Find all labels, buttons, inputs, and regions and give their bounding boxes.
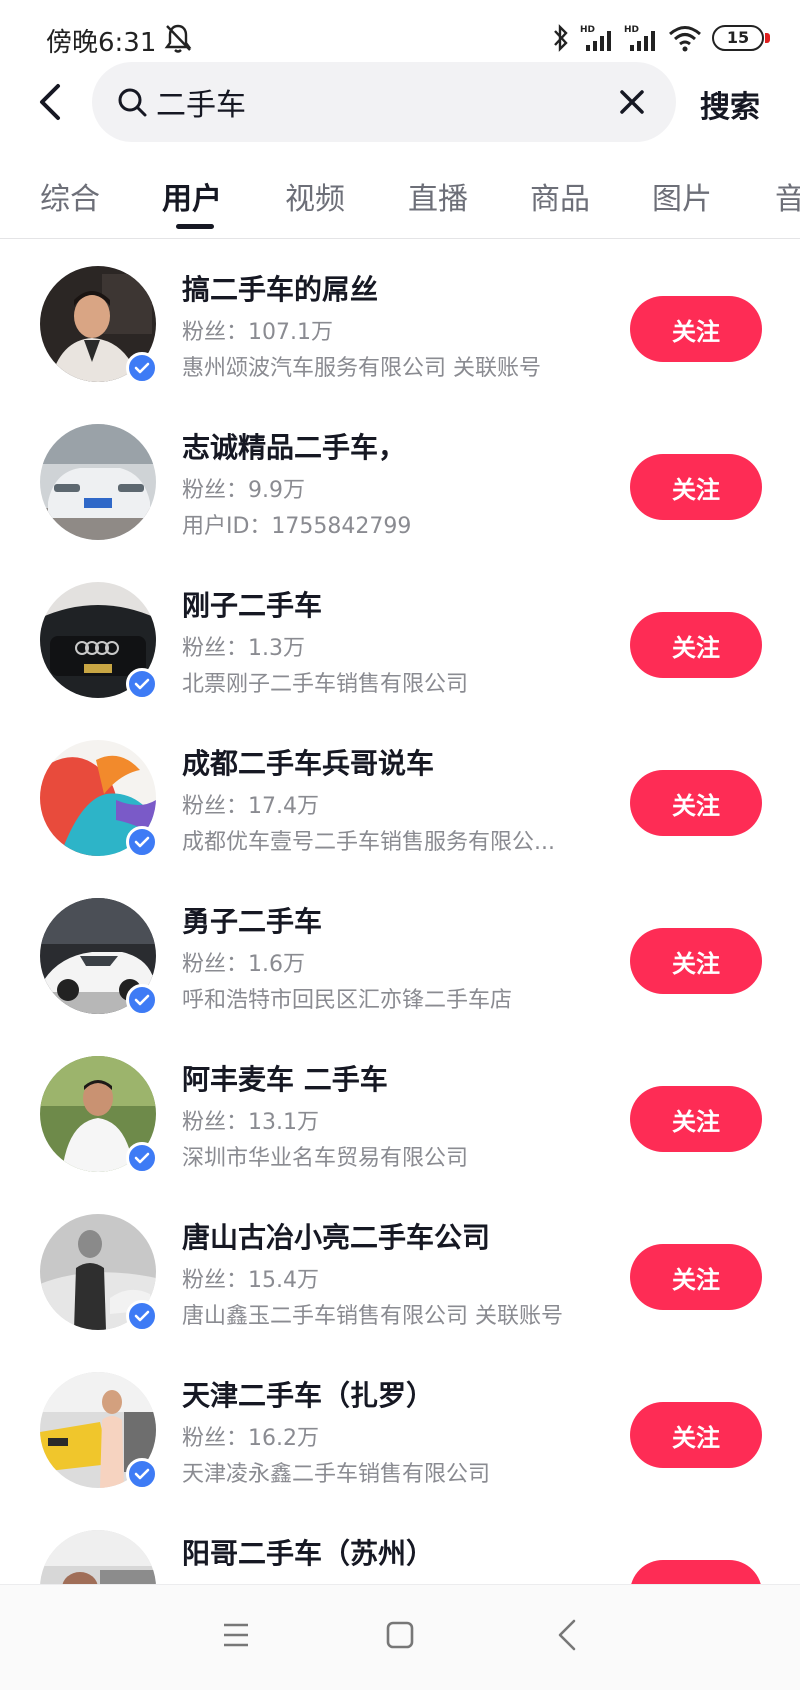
verified-badge-icon bbox=[126, 1300, 158, 1332]
search-box[interactable] bbox=[92, 62, 676, 142]
list-item[interactable]: 勇子二手车 粉丝：1.6万 呼和浩特市回民区汇亦锋二手车店 关注 bbox=[0, 870, 800, 1028]
menu-icon[interactable] bbox=[216, 1615, 256, 1655]
list-item[interactable]: 搞二手车的屌丝 粉丝：107.1万 惠州颂波汽车服务有限公司 关联账号 关注 bbox=[0, 238, 800, 396]
status-icons: HD HD 15 bbox=[552, 20, 770, 56]
user-description: 深圳市华业名车贸易有限公司 bbox=[182, 1146, 469, 1171]
follow-button[interactable]: 关注 bbox=[630, 1086, 762, 1152]
user-name: 志诚精品二手车， bbox=[182, 431, 407, 464]
follow-button[interactable]: 关注 bbox=[630, 770, 762, 836]
list-item[interactable]: 天津二手车（扎罗） 粉丝：16.2万 天津凌永鑫二手车销售有限公司 关注 bbox=[0, 1344, 800, 1502]
verified-badge-icon bbox=[126, 352, 158, 384]
list-item[interactable]: 唐山古冶小亮二手车公司 粉丝：15.4万 唐山鑫玉二手车销售有限公司 关联账号 … bbox=[0, 1186, 800, 1344]
user-name: 唐山古冶小亮二手车公司 bbox=[182, 1221, 491, 1254]
tab-users[interactable]: 用户 bbox=[162, 174, 222, 218]
user-description: 天津凌永鑫二手车销售有限公司 bbox=[182, 1462, 491, 1487]
back-icon[interactable] bbox=[548, 1615, 588, 1655]
follower-count: 粉丝：13.1万 bbox=[182, 1110, 319, 1135]
follow-button[interactable]: 关注 bbox=[630, 296, 762, 362]
battery-cap bbox=[765, 33, 770, 43]
home-icon[interactable] bbox=[380, 1615, 420, 1655]
follower-count: 粉丝：15.4万 bbox=[182, 1268, 319, 1293]
verified-badge-icon bbox=[126, 1458, 158, 1490]
battery-level: 15 bbox=[726, 28, 750, 47]
bluetooth-icon bbox=[554, 24, 568, 52]
user-name: 阳哥二手车（苏州） bbox=[182, 1537, 435, 1570]
avatar-image bbox=[40, 424, 156, 540]
user-description: 唐山鑫玉二手车销售有限公司 关联账号 bbox=[182, 1304, 563, 1329]
verified-badge-icon bbox=[126, 984, 158, 1016]
follower-count: 粉丝：9.9万 bbox=[182, 478, 305, 503]
user-description: 用户ID：1755842799 bbox=[182, 514, 412, 539]
user-description: 北票刚子二手车销售有限公司 bbox=[182, 672, 469, 697]
user-name: 刚子二手车 bbox=[182, 589, 323, 622]
search-input[interactable] bbox=[156, 62, 586, 142]
follower-count: 粉丝：1.3万 bbox=[182, 636, 305, 661]
hd-label-2: HD bbox=[624, 25, 639, 35]
follower-count: 粉丝：17.4万 bbox=[182, 794, 319, 819]
tab-music[interactable]: 音 bbox=[775, 174, 800, 218]
follow-button[interactable]: 关注 bbox=[630, 612, 762, 678]
close-icon[interactable] bbox=[614, 84, 650, 120]
follow-button[interactable]: 关注 bbox=[630, 928, 762, 994]
avatar[interactable] bbox=[40, 582, 158, 700]
tab-videos[interactable]: 视频 bbox=[285, 174, 345, 218]
search-button[interactable]: 搜索 bbox=[700, 82, 760, 126]
follow-button[interactable]: 关注 bbox=[630, 454, 762, 520]
status-time: 傍晚6:31 bbox=[46, 28, 157, 58]
back-arrow-icon[interactable] bbox=[30, 80, 74, 124]
verified-badge-icon bbox=[126, 826, 158, 858]
follower-count: 粉丝：1.6万 bbox=[182, 952, 305, 977]
signal-icon: HD bbox=[580, 25, 611, 51]
verified-badge-icon bbox=[126, 668, 158, 700]
tab-products[interactable]: 商品 bbox=[530, 174, 590, 218]
bell-muted-icon bbox=[164, 24, 192, 53]
signal-icon-2: HD bbox=[624, 25, 655, 51]
follow-button[interactable]: 关注 bbox=[630, 1402, 762, 1468]
search-tabs: 综合 用户 视频 直播 商品 图片 音 bbox=[0, 170, 800, 239]
avatar[interactable] bbox=[40, 898, 158, 1016]
battery-icon: 15 bbox=[712, 25, 770, 51]
follow-button[interactable]: 关注 bbox=[630, 1244, 762, 1310]
list-item[interactable]: 成都二手车兵哥说车 粉丝：17.4万 成都优车壹号二手车销售服务有限公... 关… bbox=[0, 712, 800, 870]
system-nav-bar bbox=[0, 1584, 800, 1690]
avatar[interactable] bbox=[40, 266, 158, 384]
user-description: 惠州颂波汽车服务有限公司 关联账号 bbox=[182, 356, 541, 381]
wifi-icon bbox=[669, 26, 701, 52]
list-item[interactable]: 阿丰麦车 二手车 粉丝：13.1万 深圳市华业名车贸易有限公司 关注 bbox=[0, 1028, 800, 1186]
user-description: 呼和浩特市回民区汇亦锋二手车店 bbox=[182, 988, 513, 1013]
avatar[interactable] bbox=[40, 424, 156, 540]
user-name: 阿丰麦车 二手车 bbox=[182, 1063, 388, 1096]
hd-label: HD bbox=[580, 25, 595, 35]
user-name: 勇子二手车 bbox=[182, 905, 323, 938]
list-item[interactable]: 志诚精品二手车， 粉丝：9.9万 用户ID：1755842799 关注 bbox=[0, 396, 800, 554]
verified-badge-icon bbox=[126, 1142, 158, 1174]
avatar[interactable] bbox=[40, 1056, 158, 1174]
list-item[interactable]: 刚子二手车 粉丝：1.3万 北票刚子二手车销售有限公司 关注 bbox=[0, 554, 800, 712]
avatar[interactable] bbox=[40, 1372, 158, 1490]
avatar[interactable] bbox=[40, 740, 158, 858]
tab-live[interactable]: 直播 bbox=[408, 174, 468, 218]
search-icon bbox=[118, 88, 147, 117]
follower-count: 粉丝：107.1万 bbox=[182, 320, 333, 345]
search-header: 搜索 bbox=[0, 60, 800, 146]
tab-images[interactable]: 图片 bbox=[652, 174, 712, 218]
follower-count: 粉丝：16.2万 bbox=[182, 1426, 319, 1451]
tab-indicator bbox=[176, 224, 214, 229]
user-name: 成都二手车兵哥说车 bbox=[182, 747, 435, 780]
avatar[interactable] bbox=[40, 1214, 158, 1332]
user-description: 成都优车壹号二手车销售服务有限公... bbox=[182, 830, 555, 855]
user-name: 天津二手车（扎罗） bbox=[182, 1379, 435, 1412]
user-name: 搞二手车的屌丝 bbox=[182, 273, 379, 306]
tab-general[interactable]: 综合 bbox=[40, 174, 100, 218]
